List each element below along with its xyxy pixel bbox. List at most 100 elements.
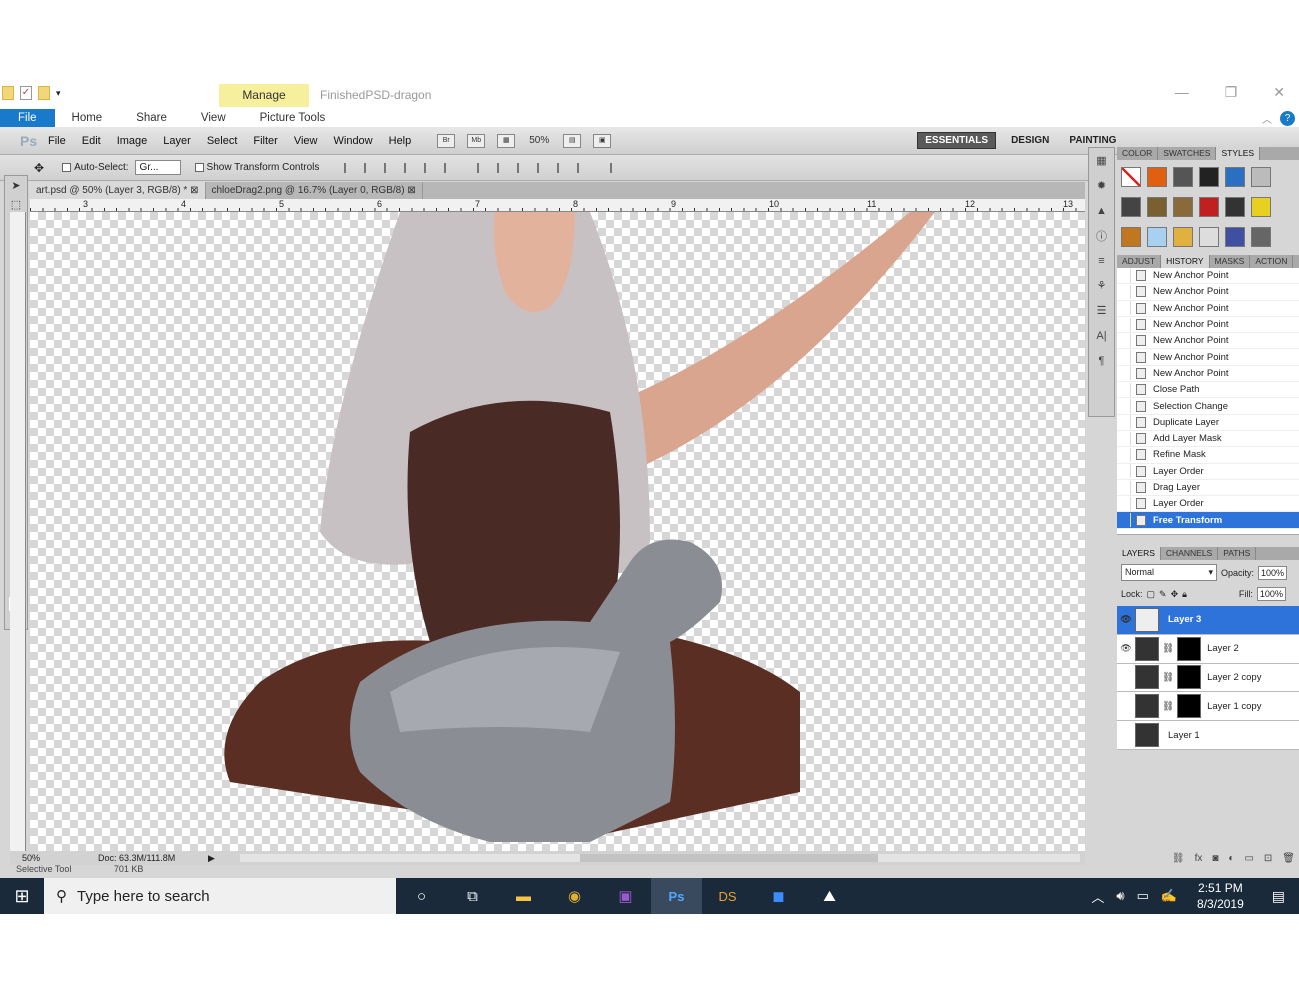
history-checkbox[interactable]: [1117, 317, 1131, 332]
menu-window[interactable]: Window: [326, 135, 381, 147]
status-zoom[interactable]: 50%: [10, 853, 48, 863]
cortana-icon[interactable]: ○: [396, 878, 447, 914]
align-vcenter-icon[interactable]: [364, 162, 374, 173]
workspace-painting[interactable]: PAINTING: [1062, 133, 1123, 148]
history-item[interactable]: New Anchor Point: [1117, 333, 1299, 350]
history-item[interactable]: Add Layer Mask: [1117, 431, 1299, 448]
view-extras-button[interactable]: ▦: [497, 133, 516, 148]
style-swatch[interactable]: [1225, 227, 1245, 247]
history-item[interactable]: Layer Order: [1117, 464, 1299, 480]
style-swatch[interactable]: [1251, 197, 1271, 217]
customize-dropdown-icon[interactable]: ▾: [56, 88, 61, 99]
style-swatch[interactable]: [1173, 167, 1193, 187]
history-checkbox[interactable]: [1117, 480, 1131, 495]
history-checkbox[interactable]: [1117, 399, 1131, 414]
lock-transparent-icon[interactable]: ▢: [1147, 589, 1156, 600]
zoom-level-select[interactable]: 50%: [529, 135, 549, 146]
info-icon[interactable]: ⓘ: [1089, 223, 1114, 248]
distribute-right-icon[interactable]: [577, 162, 587, 173]
menu-file[interactable]: File: [40, 135, 74, 147]
new-layer-icon[interactable]: ⊡: [1264, 853, 1272, 864]
history-checkbox[interactable]: [1117, 284, 1131, 299]
style-swatch[interactable]: [1173, 227, 1193, 247]
move-tool-icon[interactable]: ➤: [5, 176, 27, 195]
help-icon[interactable]: ?: [1280, 111, 1295, 126]
new-folder-icon[interactable]: [38, 86, 50, 100]
layer-row[interactable]: ⛓︎ Layer 1 copy: [1117, 692, 1299, 722]
maximize-button[interactable]: ❐: [1225, 84, 1238, 101]
network-icon[interactable]: ▭: [1137, 888, 1149, 904]
link-layers-icon[interactable]: ⛓︎: [1172, 853, 1185, 864]
menu-filter[interactable]: Filter: [245, 135, 285, 147]
workspace-design[interactable]: DESIGN: [1004, 133, 1056, 148]
style-swatch[interactable]: [1147, 227, 1167, 247]
file-explorer-icon[interactable]: ▬: [498, 878, 549, 914]
history-item[interactable]: New Anchor Point: [1117, 268, 1299, 285]
fill-input[interactable]: 100%: [1256, 587, 1286, 601]
history-checkbox[interactable]: [1117, 366, 1131, 381]
style-swatch[interactable]: [1251, 227, 1271, 247]
history-checkbox[interactable]: [1117, 496, 1131, 511]
tab-history[interactable]: HISTORY: [1161, 255, 1210, 268]
auto-align-icon[interactable]: [610, 162, 620, 173]
folder-icon[interactable]: [2, 86, 14, 100]
menu-view[interactable]: View: [286, 135, 326, 147]
lock-paint-icon[interactable]: ✎: [1159, 589, 1167, 600]
history-checkbox[interactable]: [1117, 464, 1131, 479]
scrollbar-thumb[interactable]: [580, 854, 878, 862]
document-canvas[interactable]: [30, 212, 1085, 851]
style-swatch[interactable]: [1147, 167, 1167, 187]
tab-masks[interactable]: MASKS: [1210, 255, 1251, 268]
adjustment-layer-icon[interactable]: ◐: [1228, 853, 1234, 864]
navigator-icon[interactable]: ✹: [1089, 173, 1114, 198]
workspace-essentials[interactable]: ESSENTIALS: [917, 132, 997, 149]
style-swatch[interactable]: [1147, 197, 1167, 217]
history-item[interactable]: Duplicate Layer: [1117, 415, 1299, 431]
zoom-icon[interactable]: ◼: [753, 878, 804, 914]
history-checkbox[interactable]: [1117, 268, 1131, 283]
minibridge-panel-icon[interactable]: ▦: [1089, 148, 1114, 173]
menu-image[interactable]: Image: [109, 135, 156, 147]
align-bottom-icon[interactable]: [384, 162, 394, 173]
pen-icon[interactable]: ✍: [1161, 888, 1177, 904]
photos-icon[interactable]: ⛰: [804, 878, 855, 914]
lock-position-icon[interactable]: ✥: [1171, 589, 1179, 600]
layer-row[interactable]: ⛓︎ Layer 2 copy: [1117, 663, 1299, 693]
minibridge-button[interactable]: Mb: [467, 133, 486, 148]
menu-select[interactable]: Select: [199, 135, 246, 147]
visibility-eye-icon[interactable]: 👁︎: [1117, 643, 1135, 654]
style-swatch[interactable]: [1199, 197, 1219, 217]
screen-mode-button[interactable]: ▣: [593, 133, 612, 148]
tab-swatches[interactable]: SWATCHES: [1158, 147, 1217, 160]
distribute-left-icon[interactable]: [537, 162, 547, 173]
history-checkbox[interactable]: [1117, 350, 1131, 365]
style-swatch[interactable]: [1121, 167, 1141, 187]
layer-row[interactable]: Layer 1: [1117, 721, 1299, 750]
opacity-input[interactable]: 100%: [1258, 565, 1288, 580]
new-group-icon[interactable]: ▭: [1244, 853, 1253, 864]
brushes-icon[interactable]: ≡: [1089, 248, 1114, 273]
style-swatch[interactable]: [1199, 227, 1219, 247]
tab-home[interactable]: Home: [55, 112, 120, 124]
move-tool-icon[interactable]: ✥: [34, 161, 44, 175]
layer-mask-thumbnail[interactable]: [1177, 665, 1202, 690]
style-swatch[interactable]: [1251, 167, 1271, 187]
history-checkbox[interactable]: [1117, 333, 1131, 348]
tray-chevron-icon[interactable]: ︿: [1091, 887, 1104, 906]
history-checkbox[interactable]: [1117, 431, 1131, 446]
layer-row[interactable]: 👁︎ Layer 3: [1117, 606, 1299, 635]
style-swatch[interactable]: [1225, 197, 1245, 217]
blend-mode-select[interactable]: Normal ▾: [1121, 564, 1217, 581]
close-button[interactable]: ✕: [1273, 84, 1285, 101]
history-item[interactable]: New Anchor Point: [1117, 317, 1299, 334]
distribute-bottom-icon[interactable]: [517, 162, 527, 173]
auto-select-dropdown[interactable]: Gr...: [134, 160, 181, 175]
menu-layer[interactable]: Layer: [155, 135, 199, 147]
tab-file[interactable]: File: [0, 109, 55, 127]
history-checkbox[interactable]: [1117, 415, 1131, 430]
layer-mask-thumbnail[interactable]: [1177, 694, 1202, 719]
style-swatch[interactable]: [1121, 227, 1141, 247]
taskbar-search[interactable]: ⚲ Type here to search: [44, 878, 396, 914]
style-swatch[interactable]: [1225, 167, 1245, 187]
lock-all-icon[interactable]: 🔒︎: [1182, 589, 1187, 600]
